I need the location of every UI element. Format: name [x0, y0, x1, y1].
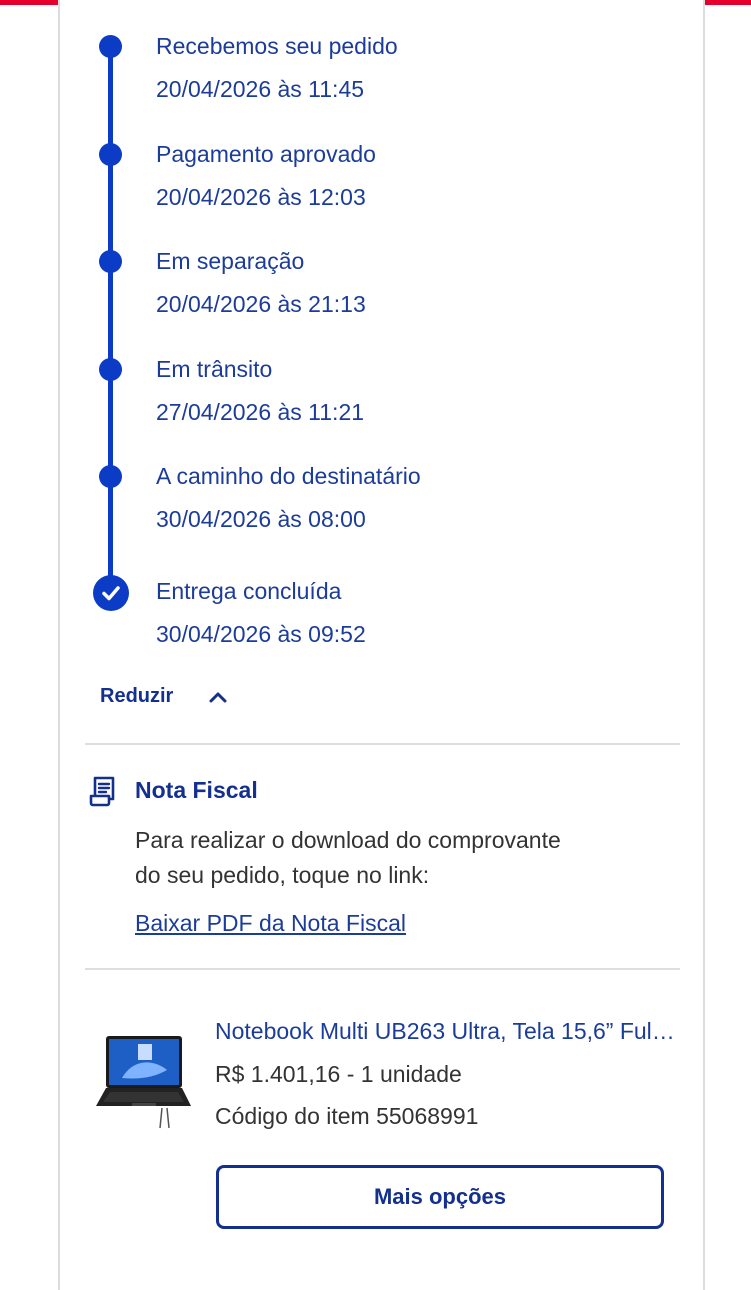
- divider: [85, 968, 680, 970]
- product-name-link[interactable]: Notebook Multi UB263 Ultra, Tela 15,6” F…: [215, 1018, 677, 1045]
- invoice-description: do seu pedido, toque no link:: [135, 862, 430, 888]
- timeline-dot: [99, 143, 122, 166]
- timeline-step-date: 20/04/2026 às 12:03: [156, 184, 366, 210]
- more-options-button[interactable]: Mais opções: [216, 1165, 664, 1229]
- timeline-step-date: 20/04/2026 às 11:45: [156, 76, 365, 102]
- timeline-step-title: A caminho do destinatário: [156, 463, 421, 489]
- timeline-step-date: 27/04/2026 às 11:21: [156, 399, 365, 425]
- timeline-line: [108, 46, 113, 592]
- timeline-step-title: Entrega concluída: [156, 578, 342, 604]
- timeline-dot: [99, 250, 122, 273]
- timeline-step-title: Em separação: [156, 248, 305, 274]
- timeline-dot: [99, 358, 122, 381]
- reduce-toggle[interactable]: Reduzir: [100, 685, 227, 708]
- chevron-up-icon: [209, 692, 227, 702]
- timeline-step-date: 20/04/2026 às 21:13: [156, 291, 366, 317]
- timeline-dot: [99, 465, 122, 488]
- invoice-description: Para realizar o download do comprovante: [135, 827, 561, 853]
- timeline-step-date: 30/04/2026 às 08:00: [156, 506, 366, 532]
- receipt-icon: [89, 776, 115, 807]
- timeline-step-date: 30/04/2026 às 09:52: [156, 621, 366, 647]
- product-item-code: Código do item 55068991: [215, 1103, 479, 1129]
- check-circle-icon: [93, 575, 129, 611]
- timeline-step-title: Em trânsito: [156, 356, 273, 382]
- invoice-title: Nota Fiscal: [135, 777, 258, 803]
- timeline-step-title: Pagamento aprovado: [156, 141, 376, 167]
- reduce-label: Reduzir: [100, 685, 174, 707]
- timeline-step-title: Recebemos seu pedido: [156, 33, 398, 59]
- timeline-dot: [99, 35, 122, 58]
- product-image[interactable]: [92, 1030, 192, 1130]
- divider: [85, 743, 680, 745]
- product-price-quantity: R$ 1.401,16 - 1 unidade: [215, 1061, 462, 1087]
- download-invoice-link[interactable]: Baixar PDF da Nota Fiscal: [135, 910, 406, 937]
